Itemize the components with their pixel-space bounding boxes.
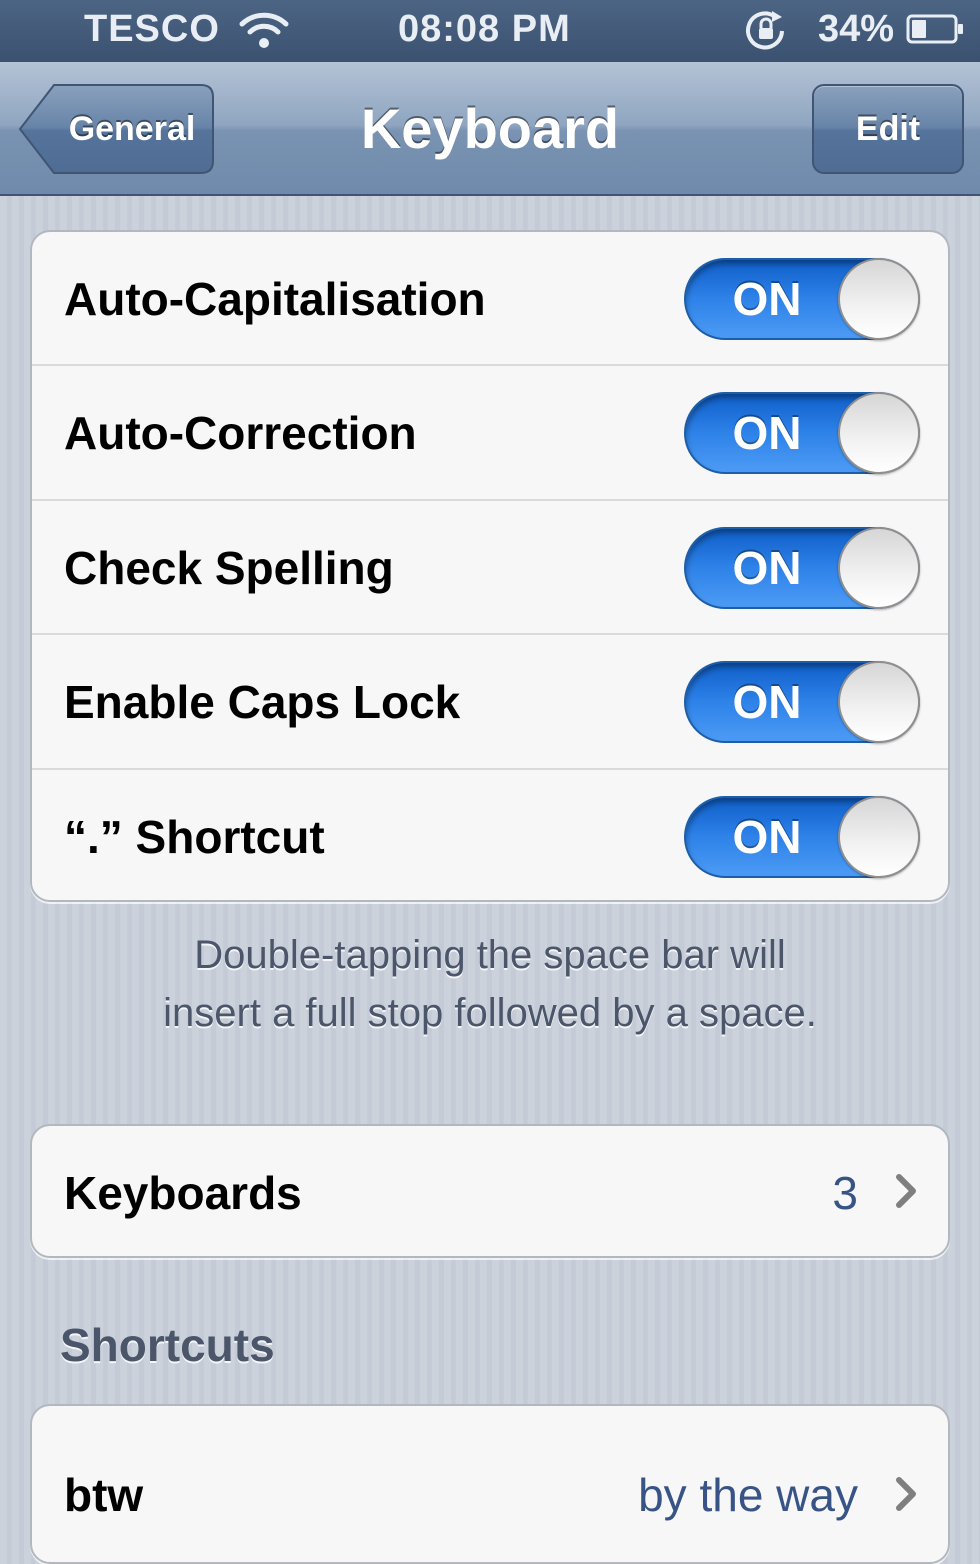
setting-row-enable-caps-lock: Enable Caps Lock ON [32,635,948,770]
switch-state: ON [732,676,802,729]
setting-row-auto-capitalisation: Auto-Capitalisation ON [32,232,948,367]
edit-button[interactable]: Edit [812,84,964,174]
keyboards-row[interactable]: Keyboards 3 [32,1126,948,1256]
shortcut-row[interactable]: btw by the way [32,1406,948,1562]
keyboard-settings-group: Auto-Capitalisation ON Auto-Correction O… [30,230,950,902]
keyboards-count: 3 [832,1167,858,1219]
enable-caps-lock-switch[interactable]: ON [684,661,920,744]
navigation-bar: General Keyboard Edit [0,62,980,196]
footnote-line: insert a full stop followed by a space. [163,991,817,1035]
keyboards-label: Keyboards [64,1167,302,1219]
check-spelling-switch[interactable]: ON [684,526,920,609]
status-bar: TESCO 08:08 PM 34% [0,0,980,81]
setting-row-auto-correction: Auto-Correction ON [32,366,948,501]
shortcut-expansion: by the way [638,1469,858,1521]
setting-row-period-shortcut: “.” Shortcut ON [32,770,948,900]
back-button-general[interactable]: General [18,84,214,174]
footnote-line: Double-tapping the space bar will [194,933,786,977]
setting-row-check-spelling: Check Spelling ON [32,501,948,636]
setting-label: “.” Shortcut [64,810,325,863]
signal-dots-icon [12,38,72,81]
setting-label: Enable Caps Lock [64,676,461,729]
switch-state: ON [732,273,802,325]
rotation-lock-icon [746,11,784,50]
switch-state: ON [732,407,802,460]
switch-knob[interactable] [838,258,920,340]
setting-label: Check Spelling [64,541,394,594]
shortcuts-section-header: Shortcuts [60,1319,275,1371]
chevron-right-icon [896,1174,916,1208]
shortcuts-group: btw by the way [30,1404,950,1564]
page-title: Keyboard [360,97,620,160]
switch-knob[interactable] [838,795,920,878]
chevron-right-icon [896,1477,916,1511]
battery-icon [906,14,963,44]
carrier-name: TESCO [84,8,220,50]
switch-knob[interactable] [838,661,920,744]
status-time: 08:08 PM [398,8,571,50]
auto-correction-switch[interactable]: ON [684,392,920,475]
wifi-icon [239,12,289,48]
setting-label: Auto-Correction [64,407,417,460]
battery-percent: 34% [818,8,895,50]
auto-capitalisation-switch[interactable]: ON [684,258,920,340]
shortcut-phrase: btw [64,1469,144,1521]
switch-state: ON [732,810,802,863]
switch-state: ON [732,541,802,594]
switch-knob[interactable] [838,392,920,475]
setting-label: Auto-Capitalisation [64,273,486,325]
switch-knob[interactable] [838,526,920,609]
period-shortcut-switch[interactable]: ON [684,795,920,878]
keyboards-group: Keyboards 3 [30,1124,950,1258]
back-button-label: General [68,110,196,148]
period-shortcut-footnote: Double-tapping the space bar will insert… [60,926,920,1042]
